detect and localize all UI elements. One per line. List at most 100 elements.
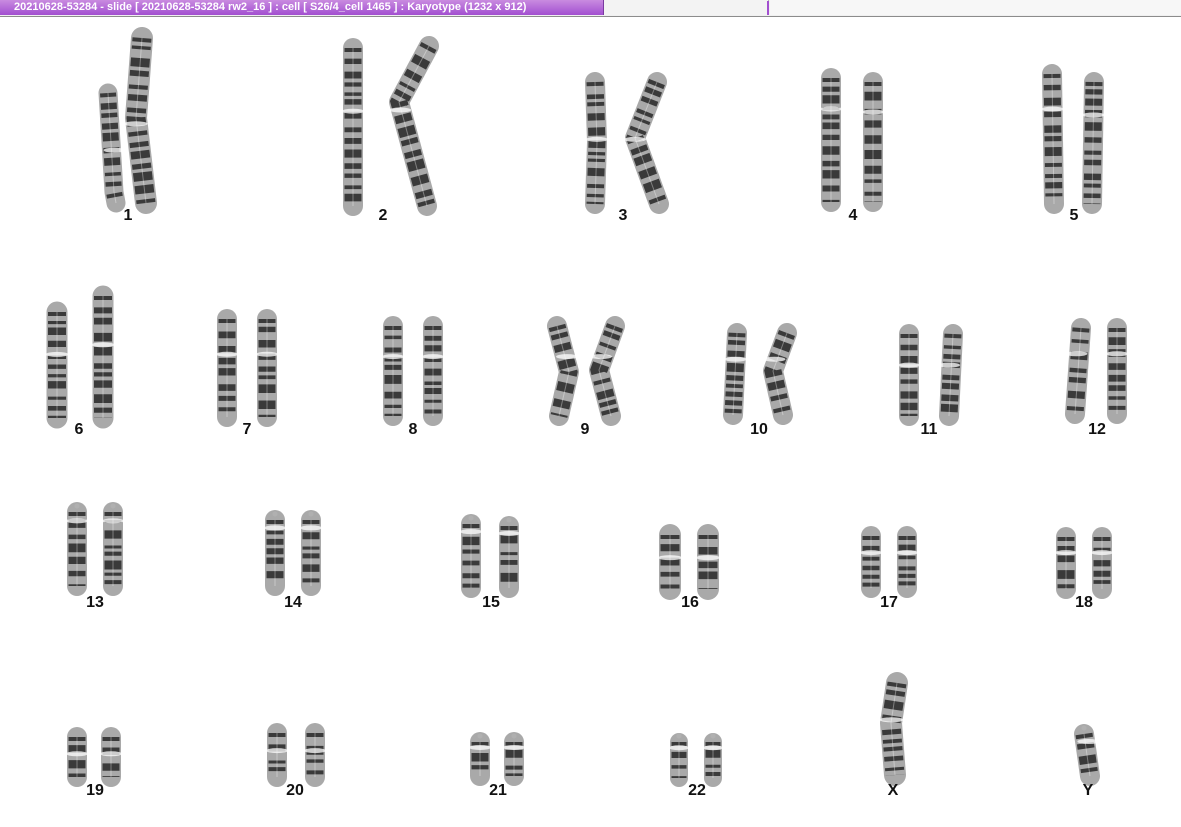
chromosome[interactable] (896, 526, 918, 598)
chromosome[interactable] (862, 72, 884, 212)
chromosome[interactable] (503, 732, 525, 786)
chromosome[interactable] (723, 323, 747, 425)
chromosome-pair-1[interactable]: 1 (68, 17, 188, 827)
chromosome[interactable] (100, 727, 122, 787)
chromosome[interactable] (658, 524, 682, 600)
chromosome-pair-5[interactable]: 5 (1014, 17, 1134, 827)
chromosome-pair-13[interactable]: 13 (35, 17, 155, 827)
tab-splitter[interactable] (767, 1, 769, 15)
chromosome[interactable] (1091, 527, 1113, 599)
chromosome-pair-20[interactable]: 20 (235, 17, 355, 827)
chromosome-pair-image[interactable] (187, 17, 307, 827)
chromosome-pair-9[interactable]: 9 (525, 17, 645, 827)
chromosome-pair-image[interactable] (233, 17, 353, 827)
chromosome[interactable] (589, 316, 625, 426)
chromosome[interactable] (300, 510, 322, 596)
chromosome[interactable] (460, 514, 482, 598)
chromosome[interactable] (703, 733, 723, 787)
chromosome-label: 10 (750, 421, 768, 438)
chromosome-label: 15 (482, 594, 500, 611)
chromosome-pair-image[interactable] (323, 17, 443, 827)
chromosome-pair-image[interactable] (19, 17, 139, 827)
chromosome[interactable] (898, 324, 920, 426)
tab-karyotype[interactable]: 20210628-53284 - slide [ 20210628-53284 … (0, 0, 604, 15)
chromosome-pair-image[interactable] (1014, 17, 1134, 827)
chromosome-pair-12[interactable]: 12 (1037, 17, 1157, 827)
chromosome-pair-image[interactable] (1024, 17, 1144, 827)
chromosome[interactable] (1041, 64, 1064, 214)
chromosome[interactable] (422, 316, 444, 426)
chromosome-pair-image[interactable] (630, 17, 750, 827)
chromosome[interactable] (102, 502, 124, 596)
chromosome-pair-image[interactable] (68, 17, 188, 827)
tab-tertiary[interactable] (770, 0, 1181, 15)
chromosome[interactable] (498, 516, 520, 598)
chromosome-pair-image[interactable] (1028, 17, 1148, 827)
chromosome[interactable] (547, 316, 579, 426)
chromosome[interactable] (66, 502, 88, 596)
chromosome-pair-4[interactable]: 4 (793, 17, 913, 827)
chromosome[interactable] (669, 733, 689, 787)
chromosome[interactable] (45, 301, 69, 429)
chromosome[interactable] (1074, 724, 1100, 786)
chromosome-pair-image[interactable] (431, 17, 551, 827)
chromosome-pair-8[interactable]: 8 (353, 17, 473, 827)
chromosome[interactable] (342, 38, 364, 216)
chromosome-pair-11[interactable]: 11 (869, 17, 989, 827)
chromosome[interactable] (256, 309, 278, 427)
chromosome[interactable] (123, 27, 157, 214)
chromosome[interactable] (66, 727, 88, 787)
chromosome-pair-6[interactable]: 6 (19, 17, 139, 827)
chromosome-pair-21[interactable]: 21 (438, 17, 558, 827)
chromosome[interactable] (1055, 527, 1077, 599)
chromosome-pair-Y[interactable]: Y (1028, 17, 1148, 827)
chromosome[interactable] (938, 324, 963, 426)
chromosome-pair-7[interactable]: 7 (187, 17, 307, 827)
chromosome-pair-17[interactable]: 17 (829, 17, 949, 827)
chromosome[interactable] (585, 72, 608, 214)
chromosome-pair-19[interactable]: 19 (35, 17, 155, 827)
chromosome[interactable] (382, 316, 404, 426)
chromosome-pair-14[interactable]: 14 (233, 17, 353, 827)
chromosome-pair-2[interactable]: 2 (323, 17, 443, 827)
chromosome-pair-image[interactable] (637, 17, 757, 827)
chromosome-pair-image[interactable] (829, 17, 949, 827)
chromosome[interactable] (1082, 72, 1105, 214)
chromosome-pair-22[interactable]: 22 (637, 17, 757, 827)
chromosome-pair-image[interactable] (833, 17, 953, 827)
chromosome-pair-image[interactable] (699, 17, 819, 827)
chromosome-pair-image[interactable] (353, 17, 473, 827)
chromosome[interactable] (860, 526, 882, 598)
chromosome[interactable] (264, 510, 286, 596)
chromosome[interactable] (624, 72, 669, 214)
chromosome-pair-image[interactable] (869, 17, 989, 827)
chromosome-pair-image[interactable] (793, 17, 913, 827)
chromosome-pair-image[interactable] (438, 17, 558, 827)
chromosome[interactable] (1106, 318, 1128, 424)
chromosome-pair-image[interactable] (563, 17, 683, 827)
chromosome[interactable] (91, 285, 115, 429)
chromosome[interactable] (389, 36, 439, 216)
chromosome-pair-10[interactable]: 10 (699, 17, 819, 827)
chromosome-pair-image[interactable] (35, 17, 155, 827)
chromosome-pair-16[interactable]: 16 (630, 17, 750, 827)
chromosome-pair-3[interactable]: 3 (563, 17, 683, 827)
chromosome[interactable] (763, 323, 797, 425)
chromosome-pair-image[interactable] (525, 17, 645, 827)
chromosome[interactable] (469, 732, 491, 786)
chromosome[interactable] (216, 309, 238, 427)
chromosome[interactable] (266, 723, 288, 787)
chromosome-pair-image[interactable] (1037, 17, 1157, 827)
chromosome[interactable] (879, 672, 908, 786)
chromosome[interactable] (1065, 318, 1091, 424)
chromosome-pair-image[interactable] (235, 17, 355, 827)
chromosome-pair-image[interactable] (35, 17, 155, 827)
chromosome[interactable] (820, 68, 842, 212)
chromosome[interactable] (304, 723, 326, 787)
tab-secondary[interactable] (604, 0, 769, 15)
chromosome-pair-15[interactable]: 15 (431, 17, 551, 827)
chromosome-pair-18[interactable]: 18 (1024, 17, 1144, 827)
chromosome-pair-X[interactable]: X (833, 17, 953, 827)
chromosome[interactable] (696, 524, 720, 600)
chromosome[interactable] (98, 83, 126, 213)
